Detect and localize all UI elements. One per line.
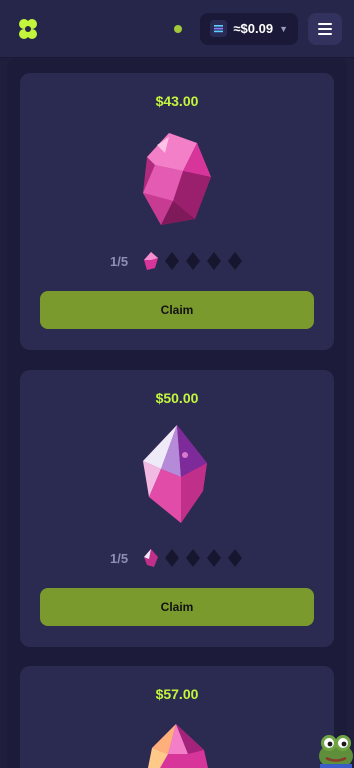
online-status-dot — [174, 24, 183, 33]
menu-button[interactable] — [308, 12, 342, 45]
progress-count: 1/5 — [110, 550, 129, 566]
gem-pip-filled-icon — [144, 549, 159, 567]
gem-pip-empty-icon — [165, 549, 180, 567]
reward-price: $57.00 — [155, 686, 199, 702]
coin-icon — [210, 20, 228, 37]
claim-button[interactable]: Claim — [40, 588, 314, 626]
gem-pip-empty-icon — [207, 252, 222, 270]
gem-pip-empty-icon — [186, 549, 201, 567]
hamburger-menu-icon — [318, 22, 332, 35]
gem-pip-empty-icon — [228, 252, 243, 270]
claim-button[interactable]: Claim — [40, 291, 314, 329]
reward-price: $43.00 — [155, 93, 199, 109]
gem-icon — [148, 724, 208, 768]
gem-pip-empty-icon — [165, 252, 180, 270]
gem-pip-filled-icon — [144, 252, 159, 270]
reward-card: $50.00 1/5 Claim — [20, 370, 334, 647]
progress-row: 1/5 — [110, 251, 249, 271]
balance-dropdown[interactable]: ≈$0.09 ▼ — [200, 12, 298, 45]
balance-amount: ≈$0.09 — [233, 21, 274, 36]
reward-price: $50.00 — [155, 390, 199, 406]
reward-card: $43.00 1/5 Claim — [20, 73, 334, 350]
gem-pip-empty-icon — [207, 549, 222, 567]
gem-pip-empty-icon — [186, 252, 201, 270]
reward-card: $57.00 — [20, 666, 334, 768]
frog-avatar-icon[interactable] — [318, 730, 354, 768]
chevron-down-icon: ▼ — [279, 23, 288, 34]
progress-row: 1/5 — [110, 548, 249, 568]
gem-icon — [143, 425, 207, 523]
top-bar: ≈$0.09 ▼ — [0, 0, 354, 58]
progress-count: 1/5 — [110, 253, 129, 269]
clover-logo-icon[interactable] — [16, 17, 40, 41]
reward-list[interactable]: $43.00 1/5 Claim $50.00 1/5 Claim $57.00 — [7, 59, 347, 768]
gem-icon — [143, 133, 211, 225]
gem-pip-empty-icon — [228, 549, 243, 567]
